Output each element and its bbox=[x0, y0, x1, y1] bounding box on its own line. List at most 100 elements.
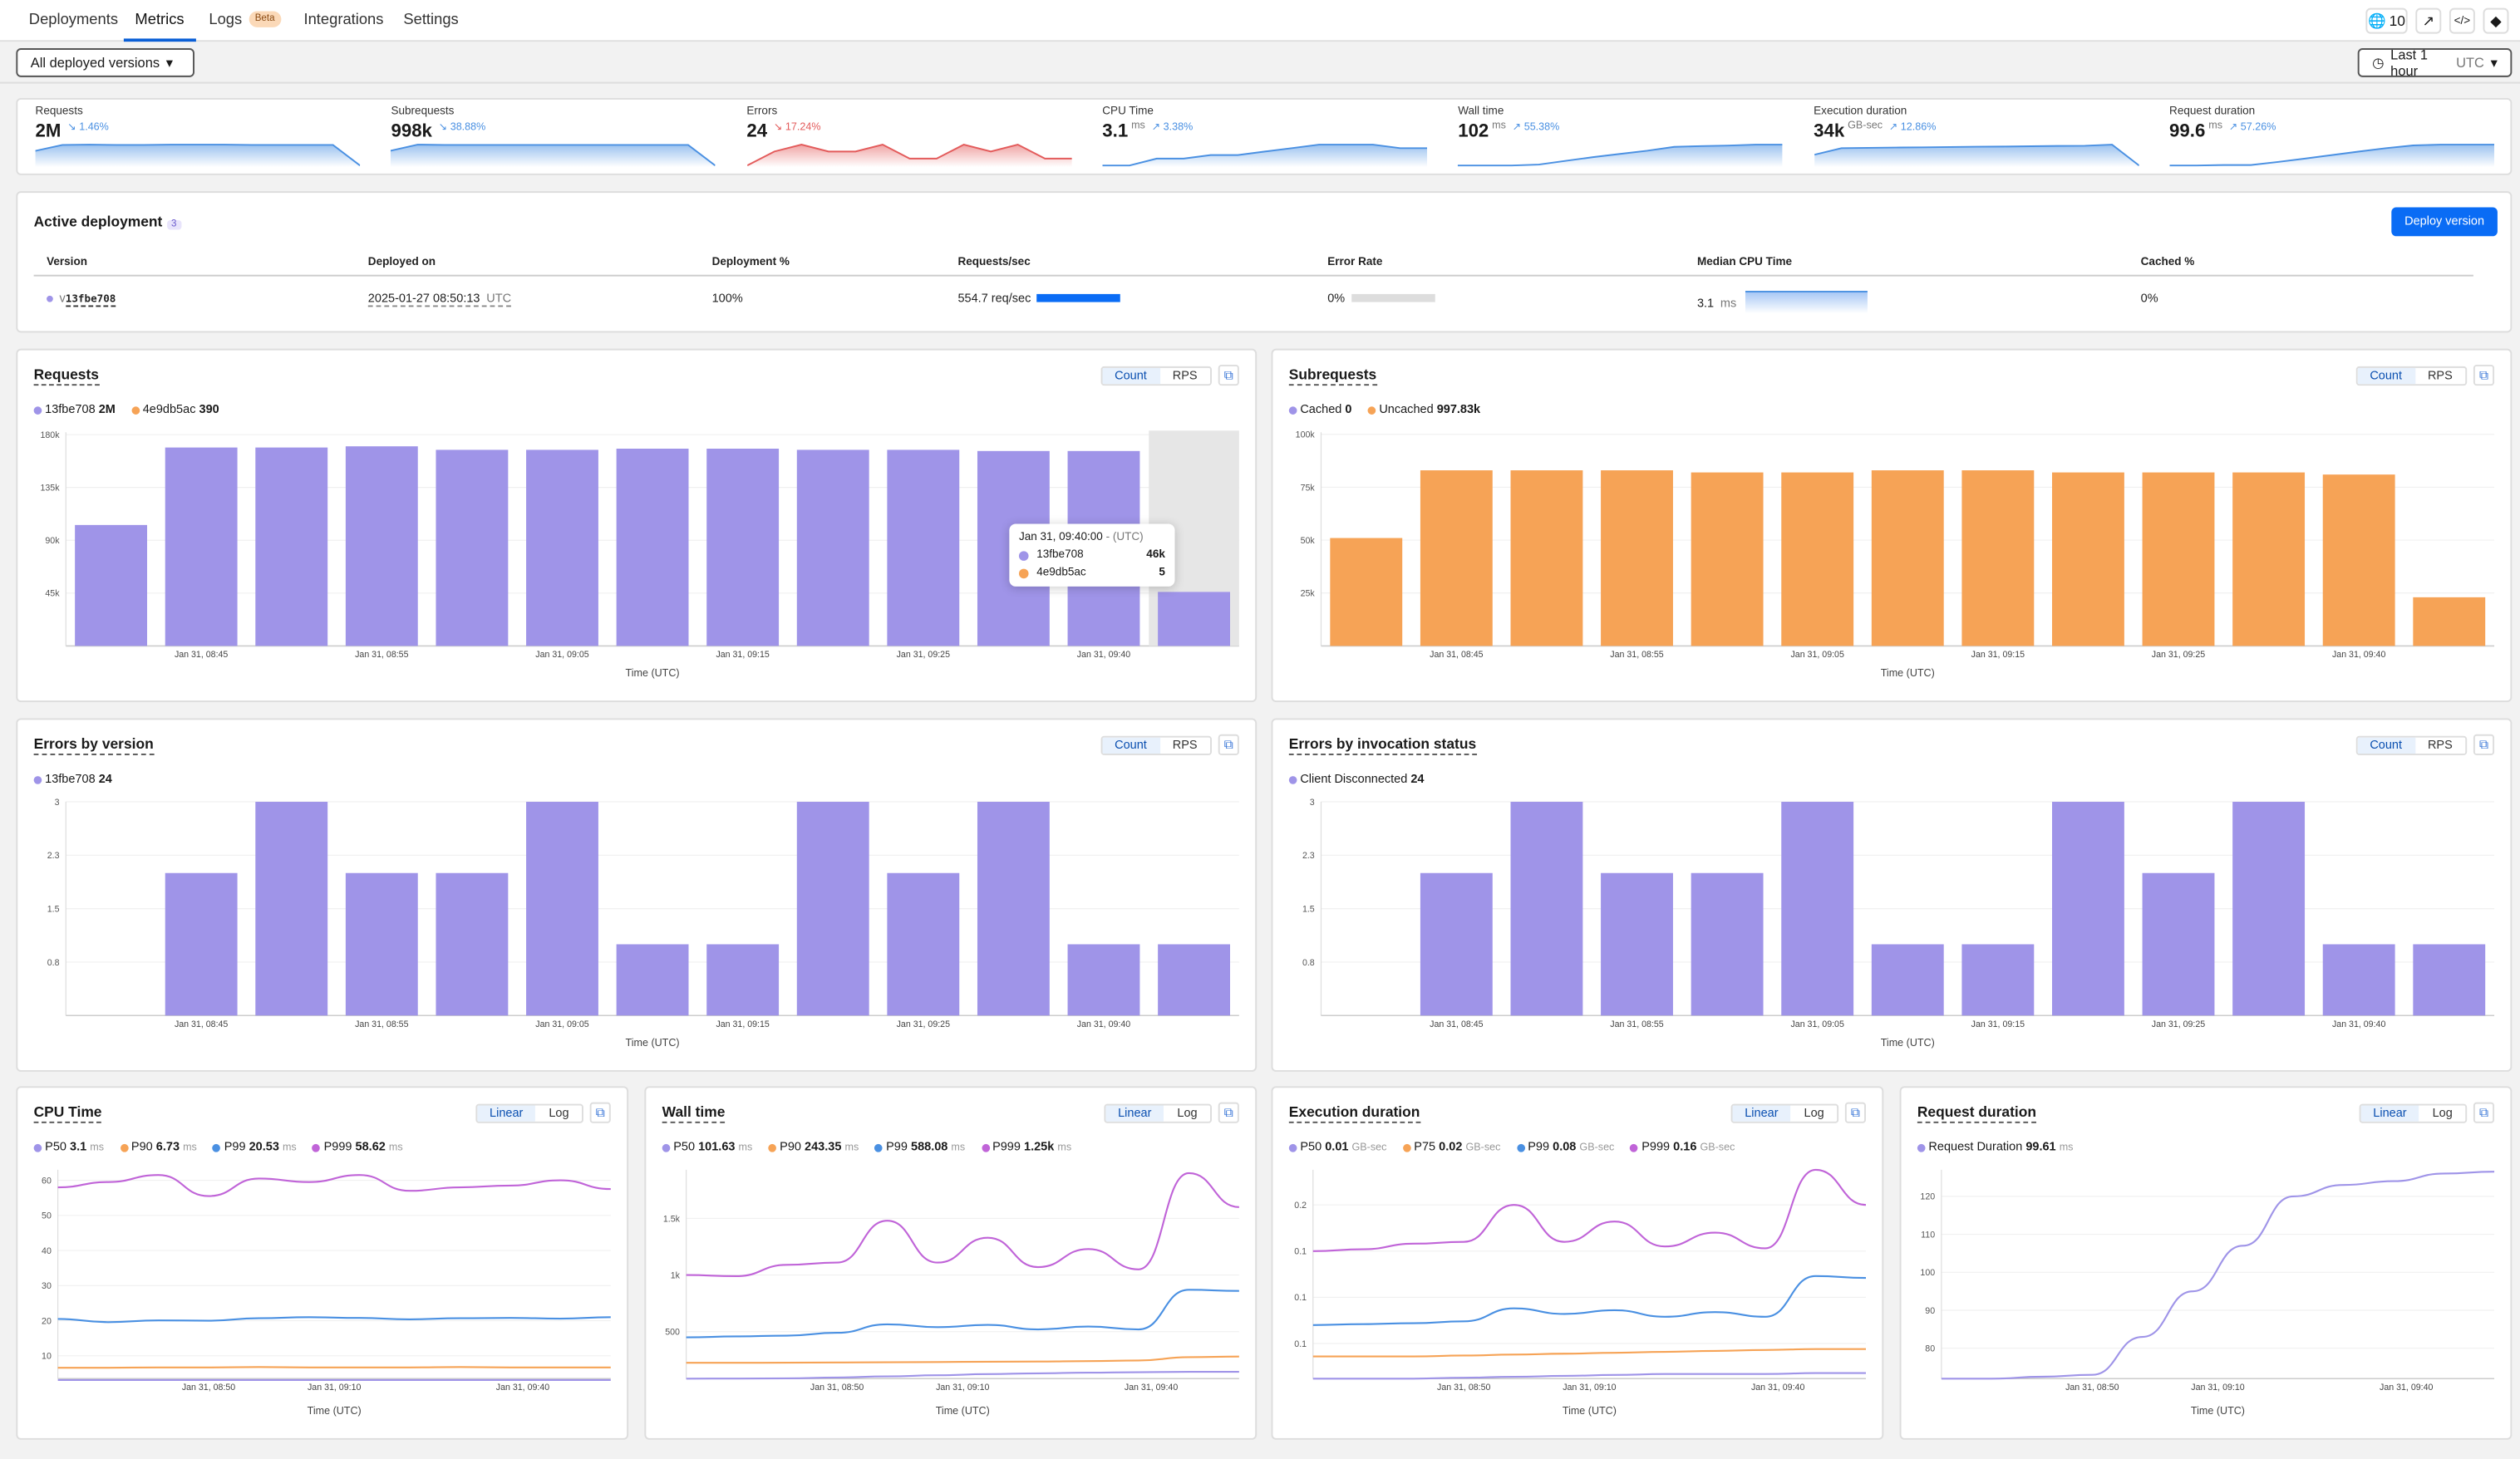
bar[interactable] bbox=[796, 802, 869, 1016]
bar[interactable] bbox=[2051, 802, 2124, 1016]
legend-item-client-disconnected[interactable]: Client Disconnected 24 bbox=[1288, 771, 1425, 786]
expand-chart-button[interactable]: ⧉ bbox=[1844, 1102, 1866, 1123]
toggle-rps[interactable]: RPS bbox=[1159, 738, 1210, 754]
tab-metrics[interactable]: Metrics bbox=[123, 0, 196, 42]
toggle-count[interactable]: Count bbox=[1101, 737, 1160, 754]
expand-chart-button[interactable]: ⧉ bbox=[2473, 364, 2495, 386]
bar[interactable] bbox=[1067, 944, 1140, 1016]
legend-item-p50[interactable]: P50 101.63 ms bbox=[662, 1139, 752, 1154]
bar[interactable] bbox=[887, 872, 960, 1016]
bar[interactable] bbox=[1871, 944, 1944, 1016]
version-select[interactable]: All deployed versions ▾ bbox=[16, 48, 194, 77]
bar[interactable] bbox=[345, 872, 418, 1016]
time-range-select[interactable]: ◷ Last 1 hour UTC ▾ bbox=[2357, 47, 2513, 79]
toggle-log[interactable]: Log bbox=[2419, 1106, 2465, 1122]
legend-item-p999[interactable]: P999 58.62 ms bbox=[313, 1139, 403, 1154]
bar[interactable] bbox=[796, 449, 869, 646]
toggle-linear[interactable]: Linear bbox=[2360, 1105, 2420, 1122]
bar[interactable] bbox=[345, 446, 418, 646]
toggle-linear[interactable]: Linear bbox=[476, 1105, 536, 1122]
code-button[interactable]: </> bbox=[2449, 7, 2475, 34]
external-link-button[interactable]: ↗ bbox=[2415, 7, 2442, 34]
bar[interactable] bbox=[2413, 944, 2486, 1016]
bar[interactable] bbox=[255, 447, 328, 646]
bar[interactable] bbox=[1158, 592, 1231, 646]
bar[interactable] bbox=[255, 802, 328, 1016]
series-line-p999[interactable] bbox=[57, 1174, 611, 1197]
legend-item-p99[interactable]: P99 0.08 GB-sec bbox=[1516, 1139, 1614, 1154]
legend-item-p999[interactable]: P999 1.25k ms bbox=[981, 1139, 1071, 1154]
expand-chart-button[interactable]: ⧉ bbox=[589, 1102, 611, 1123]
bar[interactable] bbox=[706, 944, 780, 1016]
bar[interactable] bbox=[526, 449, 598, 646]
series-line-p75[interactable] bbox=[1312, 1348, 1866, 1358]
legend-item-p99[interactable]: P99 20.53 ms bbox=[213, 1139, 297, 1154]
series-line-p999[interactable] bbox=[686, 1172, 1239, 1278]
chart-title[interactable]: Request duration bbox=[1917, 1104, 2036, 1123]
bar[interactable] bbox=[2142, 872, 2215, 1016]
series-line-p50[interactable] bbox=[1312, 1372, 1866, 1380]
series-line-p99[interactable] bbox=[686, 1289, 1239, 1339]
series-line-p90[interactable] bbox=[686, 1355, 1239, 1364]
bar[interactable] bbox=[977, 802, 1050, 1016]
legend-item-p90[interactable]: P90 243.35 ms bbox=[768, 1139, 859, 1154]
expand-chart-button[interactable]: ⧉ bbox=[1218, 364, 1239, 386]
chart-title[interactable]: Execution duration bbox=[1288, 1104, 1420, 1123]
chart-title[interactable]: Requests bbox=[33, 366, 99, 386]
legend-item-cached[interactable]: Cached 0 bbox=[1288, 401, 1351, 416]
bar[interactable] bbox=[436, 872, 509, 1016]
toggle-count[interactable]: Count bbox=[2356, 367, 2415, 385]
version-cell[interactable]: v13fbe708 bbox=[47, 291, 116, 307]
bar[interactable] bbox=[2051, 472, 2124, 646]
toggle-rps[interactable]: RPS bbox=[1159, 368, 1210, 384]
bar[interactable] bbox=[2142, 472, 2215, 646]
toggle-log[interactable]: Log bbox=[1164, 1106, 1210, 1122]
bar[interactable] bbox=[75, 524, 148, 646]
expand-chart-button[interactable]: ⧉ bbox=[1218, 734, 1239, 755]
legend-item-p90[interactable]: P90 6.73 ms bbox=[120, 1139, 197, 1154]
toggle-count[interactable]: Count bbox=[1101, 367, 1160, 385]
chart-title[interactable]: Errors by invocation status bbox=[1288, 736, 1477, 755]
toggle-linear[interactable]: Linear bbox=[1731, 1105, 1792, 1122]
bar[interactable] bbox=[1691, 872, 1764, 1016]
toggle-rps[interactable]: RPS bbox=[2414, 368, 2465, 384]
bar[interactable] bbox=[526, 802, 598, 1016]
bar[interactable] bbox=[1330, 538, 1403, 646]
bar[interactable] bbox=[1781, 472, 1854, 646]
toggle-linear[interactable]: Linear bbox=[1105, 1105, 1164, 1122]
tab-deployments[interactable]: Deployments bbox=[29, 0, 118, 42]
git-button[interactable]: ◆ bbox=[2483, 7, 2509, 34]
bar[interactable] bbox=[1601, 872, 1673, 1016]
bar[interactable] bbox=[706, 449, 780, 646]
legend-item-p50[interactable]: P50 3.1 ms bbox=[33, 1139, 104, 1154]
deploy-version-button[interactable]: Deploy version bbox=[2391, 207, 2498, 237]
bar[interactable] bbox=[1871, 470, 1944, 646]
bar[interactable] bbox=[2413, 597, 2486, 646]
chart-title[interactable]: Wall time bbox=[662, 1104, 726, 1123]
bar[interactable] bbox=[887, 449, 960, 646]
bar[interactable] bbox=[616, 944, 689, 1016]
bar[interactable] bbox=[1781, 802, 1854, 1016]
toggle-rps[interactable]: RPS bbox=[2414, 738, 2465, 754]
series-line-request-duration[interactable] bbox=[1941, 1171, 2495, 1380]
bar[interactable] bbox=[2322, 944, 2395, 1016]
series-line-p99[interactable] bbox=[57, 1316, 611, 1324]
routes-button[interactable]: 🌐 10 bbox=[2365, 7, 2408, 34]
bar[interactable] bbox=[1420, 470, 1493, 646]
version-id[interactable]: 13fbe708 bbox=[65, 292, 116, 307]
bar[interactable] bbox=[1601, 470, 1673, 646]
chart-title[interactable]: Subrequests bbox=[1288, 366, 1377, 386]
legend-item-p99[interactable]: P99 588.08 ms bbox=[874, 1139, 965, 1154]
legend-item-p50[interactable]: P50 0.01 GB-sec bbox=[1288, 1139, 1386, 1154]
chart-title[interactable]: CPU Time bbox=[33, 1104, 102, 1123]
legend-item-request-duration[interactable]: Request Duration 99.61 ms bbox=[1917, 1139, 2073, 1154]
legend-item-13fbe708[interactable]: 13fbe708 24 bbox=[33, 771, 112, 786]
legend-item-p999[interactable]: P999 0.16 GB-sec bbox=[1630, 1139, 1735, 1154]
expand-chart-button[interactable]: ⧉ bbox=[1218, 1102, 1239, 1123]
bar[interactable] bbox=[436, 449, 509, 646]
toggle-log[interactable]: Log bbox=[536, 1106, 582, 1122]
legend-item-p75[interactable]: P75 0.02 GB-sec bbox=[1402, 1139, 1500, 1154]
bar[interactable] bbox=[1510, 470, 1583, 646]
series-line-p90[interactable] bbox=[57, 1366, 611, 1369]
series-line-p999[interactable] bbox=[1312, 1168, 1867, 1252]
